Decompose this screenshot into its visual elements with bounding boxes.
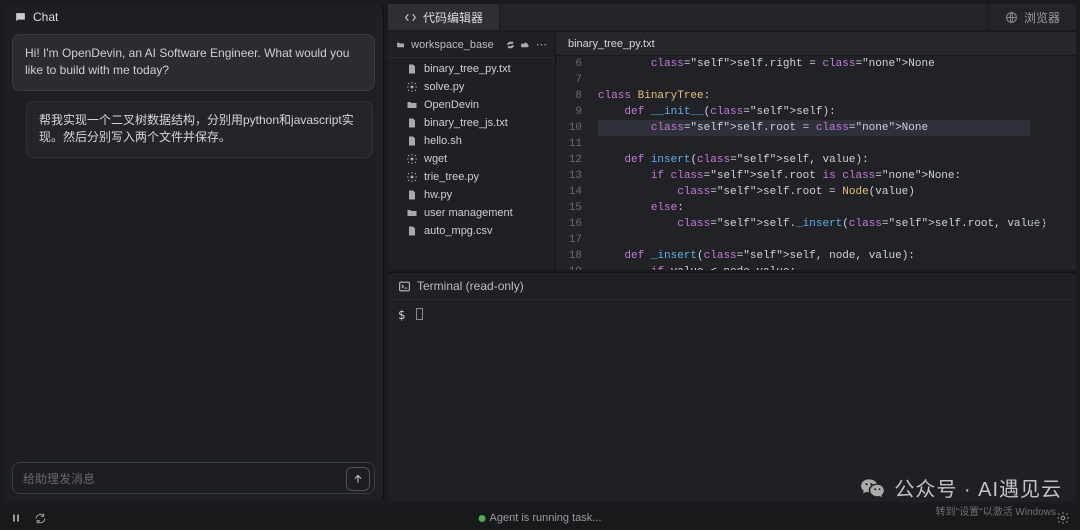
file-tree-item[interactable]: wget <box>388 150 555 168</box>
pause-icon[interactable] <box>10 512 22 524</box>
file-tree-item-label: trie_tree.py <box>424 171 479 183</box>
terminal-prompt: $ <box>398 308 405 322</box>
reload-icon[interactable] <box>34 512 47 525</box>
globe-icon <box>1005 11 1018 24</box>
folder-icon <box>406 99 418 111</box>
terminal-panel: Terminal (read-only) $ <box>388 272 1076 502</box>
gear-icon <box>406 81 418 93</box>
file-tree-root-label: workspace_base <box>411 39 494 51</box>
file-tree-item[interactable]: binary_tree_py.txt <box>388 60 555 78</box>
code-editor: binary_tree_py.txt 678910111213141516171… <box>556 32 1076 270</box>
status-text: Agent is running task... <box>490 512 602 524</box>
more-icon[interactable]: ⋯ <box>536 38 547 51</box>
file-tree-item[interactable]: auto_mpg.csv <box>388 222 555 240</box>
tab-browser[interactable]: 浏览器 <box>988 4 1076 30</box>
file-tree-item-label: binary_tree_py.txt <box>424 63 511 75</box>
assistant-message: Hi! I'm OpenDevin, an AI Software Engine… <box>12 34 375 91</box>
file-tree-item-label: OpenDevin <box>424 99 479 111</box>
file-tree-item[interactable]: solve.py <box>388 78 555 96</box>
file-tree-item[interactable]: hw.py <box>388 186 555 204</box>
line-gutter: 67891011121314151617181920 <box>556 56 590 270</box>
file-tree-item-label: hello.sh <box>424 135 462 147</box>
file-icon <box>406 189 418 201</box>
file-tree-item[interactable]: binary_tree_js.txt <box>388 114 555 132</box>
file-tree-item-label: binary_tree_js.txt <box>424 117 508 129</box>
chat-title: Chat <box>33 10 58 24</box>
settings-icon[interactable] <box>1056 511 1070 525</box>
file-icon <box>406 63 418 75</box>
minimap[interactable] <box>1032 56 1076 270</box>
folder-open-icon <box>396 39 405 51</box>
file-tree-item-label: solve.py <box>424 81 464 93</box>
tab-code-editor[interactable]: 代码编辑器 <box>388 4 500 30</box>
tab-browser-label: 浏览器 <box>1024 9 1060 26</box>
open-file-label: binary_tree_py.txt <box>568 38 655 50</box>
file-tree-item-label: wget <box>424 153 447 165</box>
code-icon <box>404 11 417 24</box>
chat-body: Hi! I'm OpenDevin, an AI Software Engine… <box>4 30 383 454</box>
open-file-tab[interactable]: binary_tree_py.txt <box>556 32 1076 56</box>
right-panel: 代码编辑器 浏览器 workspace_base ⋯ <box>388 4 1076 502</box>
chat-header: Chat <box>4 4 383 30</box>
file-tree-item-label: user management <box>424 207 513 219</box>
file-tree-item[interactable]: trie_tree.py <box>388 168 555 186</box>
file-tree-item-label: hw.py <box>424 189 452 201</box>
terminal-body: $ <box>388 300 1076 502</box>
file-tree: workspace_base ⋯ binary_tree_py.txtsolve… <box>388 32 556 270</box>
refresh-icon[interactable] <box>506 39 515 51</box>
gear-icon <box>406 153 418 165</box>
gear-icon <box>406 171 418 183</box>
chat-input[interactable]: 给助理发消息 <box>12 462 375 494</box>
footer-right <box>1056 511 1070 525</box>
chat-placeholder: 给助理发消息 <box>23 470 95 487</box>
file-tree-item[interactable]: hello.sh <box>388 132 555 150</box>
tab-code-label: 代码编辑器 <box>423 9 483 26</box>
file-tree-header: workspace_base ⋯ <box>388 32 555 58</box>
terminal-cursor <box>416 308 423 320</box>
file-icon <box>406 117 418 129</box>
editor-area: workspace_base ⋯ binary_tree_py.txtsolve… <box>388 32 1076 270</box>
arrow-up-icon <box>352 473 364 485</box>
chat-panel: Chat Hi! I'm OpenDevin, an AI Software E… <box>4 4 384 502</box>
send-button[interactable] <box>346 467 370 491</box>
file-tree-item-label: auto_mpg.csv <box>424 225 492 237</box>
file-tree-items: binary_tree_py.txt solve.py OpenDevin binar… <box>388 58 555 270</box>
terminal-header: Terminal (read-only) <box>388 273 1076 300</box>
footer-bar: Agent is running task... <box>0 506 1080 530</box>
cloud-icon[interactable] <box>521 39 530 51</box>
terminal-icon <box>398 280 411 293</box>
folder-icon <box>406 207 418 219</box>
file-tree-item[interactable]: OpenDevin <box>388 96 555 114</box>
status-dot-icon <box>479 515 486 522</box>
code-lines: class="self">self.right = class="none">N… <box>598 56 1030 270</box>
footer-status: Agent is running task... <box>479 512 602 524</box>
top-tabs: 代码编辑器 浏览器 <box>388 4 1076 30</box>
user-message: 帮我实现一个二叉树数据结构，分别用python和javascript实现。然后分… <box>26 101 373 158</box>
file-tree-item[interactable]: user management <box>388 204 555 222</box>
chat-icon <box>14 11 27 24</box>
file-icon <box>406 225 418 237</box>
code-body[interactable]: 67891011121314151617181920 class="self">… <box>556 56 1076 270</box>
terminal-title: Terminal (read-only) <box>417 279 524 293</box>
file-icon <box>406 135 418 147</box>
